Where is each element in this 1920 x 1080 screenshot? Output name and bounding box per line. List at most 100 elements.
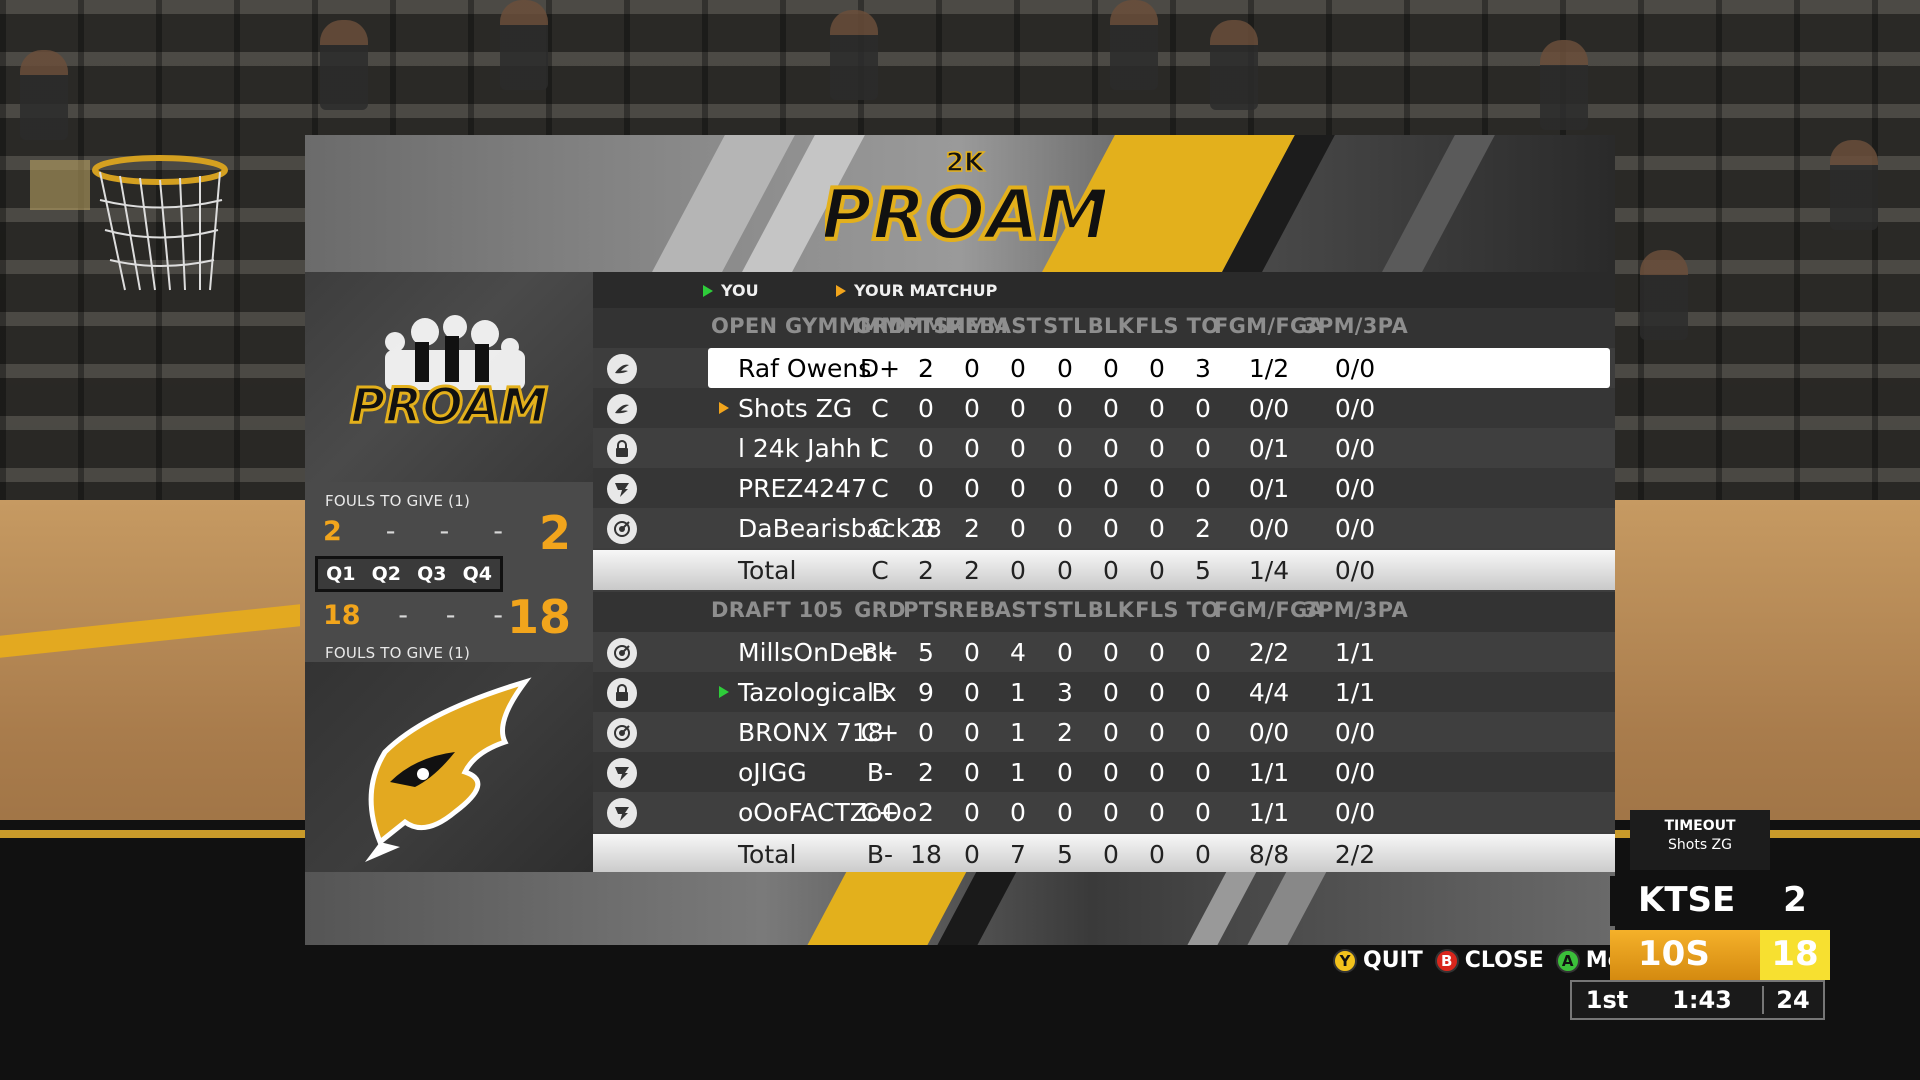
timeout-label: TIMEOUT bbox=[1664, 818, 1736, 834]
stat-cell-3pm-3pa: 0/0 bbox=[1334, 514, 1376, 543]
stat-cell-3pm-3pa: 1/1 bbox=[1334, 638, 1376, 667]
quit-button[interactable]: QUIT bbox=[1363, 948, 1423, 973]
stat-cell-pts: 2 bbox=[918, 354, 934, 383]
stat-cell-grd: B bbox=[871, 678, 889, 707]
stat-cell-3pm-3pa: 0/0 bbox=[1334, 758, 1376, 787]
boxscore-panel: 2K PROAM PROAM FOULS TO GIVE (1) 2 - - -… bbox=[305, 135, 1615, 945]
stat-cell-ast: 0 bbox=[1010, 474, 1026, 503]
proam-banner: 2K PROAM bbox=[305, 135, 1615, 272]
stat-cell-grd: C+ bbox=[860, 798, 900, 827]
stat-cell-stl: 0 bbox=[1057, 514, 1073, 543]
stat-cell-reb: 0 bbox=[964, 434, 980, 463]
stat-cell-fls: 0 bbox=[1149, 718, 1165, 747]
bottom-decor-strip bbox=[305, 872, 1615, 945]
stat-cell-ast: 0 bbox=[1010, 514, 1026, 543]
player-row[interactable]: PREZ4247 C 0 0 0 0 0 0 0 0/1 0/0 bbox=[593, 468, 1615, 508]
left-column: PROAM FOULS TO GIVE (1) 2 - - - 2 Q1 Q2 … bbox=[305, 272, 593, 872]
player-name: Raf Owens bbox=[738, 354, 872, 383]
hud-team1-name: KTSE bbox=[1638, 880, 1736, 920]
player-row[interactable]: oJIGG B- 2 0 1 0 0 0 0 1/1 0/0 bbox=[593, 752, 1615, 792]
total-label: Total bbox=[738, 556, 797, 585]
controller-prompts: Y QUIT B CLOSE A More bbox=[1333, 948, 1649, 973]
stat-cell-grd: C bbox=[871, 394, 889, 423]
a-button-icon[interactable]: A bbox=[1555, 948, 1580, 973]
stat-cell-blk: 0 bbox=[1103, 354, 1119, 383]
stat-cell-3pm-3pa: 0/0 bbox=[1334, 434, 1376, 463]
stat-cell-fls: 0 bbox=[1149, 514, 1165, 543]
stat-cell-fgm-fga: 1/1 bbox=[1248, 798, 1290, 827]
stat-cell-grd: B- bbox=[866, 840, 894, 869]
stat-cell-grd: D+ bbox=[859, 354, 901, 383]
stat-cell-pts: 9 bbox=[918, 678, 934, 707]
player-name: Shots ZG bbox=[738, 394, 853, 423]
stat-cell-reb: 0 bbox=[964, 758, 980, 787]
spectator bbox=[1640, 250, 1688, 340]
playmaker-icon bbox=[607, 758, 637, 788]
column-header: 3PM/3PA bbox=[1303, 598, 1408, 622]
stat-cell-blk: 0 bbox=[1103, 678, 1119, 707]
stat-cell-stl: 0 bbox=[1057, 758, 1073, 787]
stat-cell-ast: 1 bbox=[1010, 678, 1026, 707]
spectator bbox=[830, 10, 878, 100]
team1-total-row: Total C 2 2 0 0 0 0 5 1/4 0/0 bbox=[593, 550, 1615, 590]
player-row[interactable]: DaBearisback28 C 0 2 0 0 0 0 2 0/0 0/0 bbox=[593, 508, 1615, 548]
player-row[interactable]: BRONX 718 C+ 0 0 1 2 0 0 0 0/0 0/0 bbox=[593, 712, 1615, 752]
stat-cell-to: 0 bbox=[1195, 638, 1211, 667]
team2-logo-box bbox=[305, 662, 593, 872]
b-button-icon[interactable]: B bbox=[1434, 948, 1459, 973]
stat-cell-ast: 1 bbox=[1010, 718, 1026, 747]
team1-quarter-scores: 2 - - - bbox=[323, 516, 503, 547]
green-arrow-icon bbox=[703, 284, 713, 297]
stat-cell-ast: 0 bbox=[1010, 556, 1026, 585]
player-row[interactable]: Raf Owens D+ 2 0 0 0 0 0 3 1/2 0/0 bbox=[708, 348, 1610, 388]
stat-cell-fls: 0 bbox=[1149, 394, 1165, 423]
column-header: 3PM/3PA bbox=[1303, 314, 1408, 338]
close-button[interactable]: CLOSE bbox=[1465, 948, 1544, 973]
svg-text:PROAM: PROAM bbox=[350, 378, 548, 434]
stat-cell-reb: 0 bbox=[964, 798, 980, 827]
stat-cell-stl: 0 bbox=[1057, 474, 1073, 503]
player-row[interactable]: l 24k Jahh l C 0 0 0 0 0 0 0 0/1 0/0 bbox=[593, 428, 1615, 468]
player-row[interactable]: oOoFACTZoOo C+ 2 0 0 0 0 0 0 1/1 0/0 bbox=[593, 792, 1615, 832]
stat-cell-pts: 2 bbox=[918, 798, 934, 827]
target-icon bbox=[607, 638, 637, 668]
team2-header-row: DRAFT 105 GRD PTS REB AST STL BLK FLS TO FGM/FGA 3… bbox=[593, 592, 1615, 632]
stat-cell-fgm-fga: 0/1 bbox=[1248, 434, 1290, 463]
stat-cell-pts: 18 bbox=[910, 840, 942, 869]
player-row[interactable]: Shots ZG C 0 0 0 0 0 0 0 0/0 0/0 bbox=[593, 388, 1615, 428]
team1-total-score: 2 bbox=[538, 506, 571, 560]
stat-cell-grd: C+ bbox=[860, 718, 900, 747]
player-row[interactable]: MillsOnDeck B+ 5 0 4 0 0 0 0 2/2 1/1 bbox=[593, 632, 1615, 672]
hud-team2-name: 10S bbox=[1610, 930, 1760, 980]
stat-cell-blk: 0 bbox=[1103, 840, 1119, 869]
stat-cell-to: 0 bbox=[1195, 434, 1211, 463]
stat-cell-to: 0 bbox=[1195, 474, 1211, 503]
wing-icon bbox=[607, 354, 637, 384]
stat-cell-stl: 5 bbox=[1057, 840, 1073, 869]
hud-game-clock: 1:43 bbox=[1672, 986, 1732, 1014]
stat-cell-grd: B- bbox=[866, 758, 894, 787]
y-button-icon[interactable]: Y bbox=[1333, 948, 1357, 973]
stat-cell-stl: 0 bbox=[1057, 394, 1073, 423]
stat-cell-3pm-3pa: 0/0 bbox=[1334, 556, 1376, 585]
stat-cell-grd: C bbox=[871, 556, 889, 585]
team1-header-row: OPEN GYMMMMMMMMM GRD PTS REB AST STL BLK FLS TO F… bbox=[593, 308, 1615, 348]
quarter-label: Q3 bbox=[417, 563, 447, 585]
stat-cell-fls: 0 bbox=[1149, 474, 1165, 503]
stat-cell-fls: 0 bbox=[1149, 758, 1165, 787]
eagle-logo-icon bbox=[365, 677, 532, 862]
you-marker-icon bbox=[719, 686, 729, 698]
player-row[interactable]: Tazological x B 9 0 1 3 0 0 0 4/4 1/1 bbox=[593, 672, 1615, 712]
stat-cell-stl: 0 bbox=[1057, 434, 1073, 463]
stat-cell-to: 0 bbox=[1195, 798, 1211, 827]
hud-shot-clock: 24 bbox=[1762, 986, 1822, 1014]
stat-cell-fgm-fga: 1/1 bbox=[1248, 758, 1290, 787]
player-name: oJIGG bbox=[738, 758, 807, 787]
stat-cell-grd: C bbox=[871, 514, 889, 543]
stat-cell-to: 0 bbox=[1195, 758, 1211, 787]
player-name: PREZ4247 bbox=[738, 474, 867, 503]
total-label: Total bbox=[738, 840, 797, 869]
proam-logo-icon: 2K PROAM bbox=[825, 147, 1105, 258]
stat-cell-fgm-fga: 8/8 bbox=[1248, 840, 1290, 869]
stat-cell-3pm-3pa: 0/0 bbox=[1334, 474, 1376, 503]
